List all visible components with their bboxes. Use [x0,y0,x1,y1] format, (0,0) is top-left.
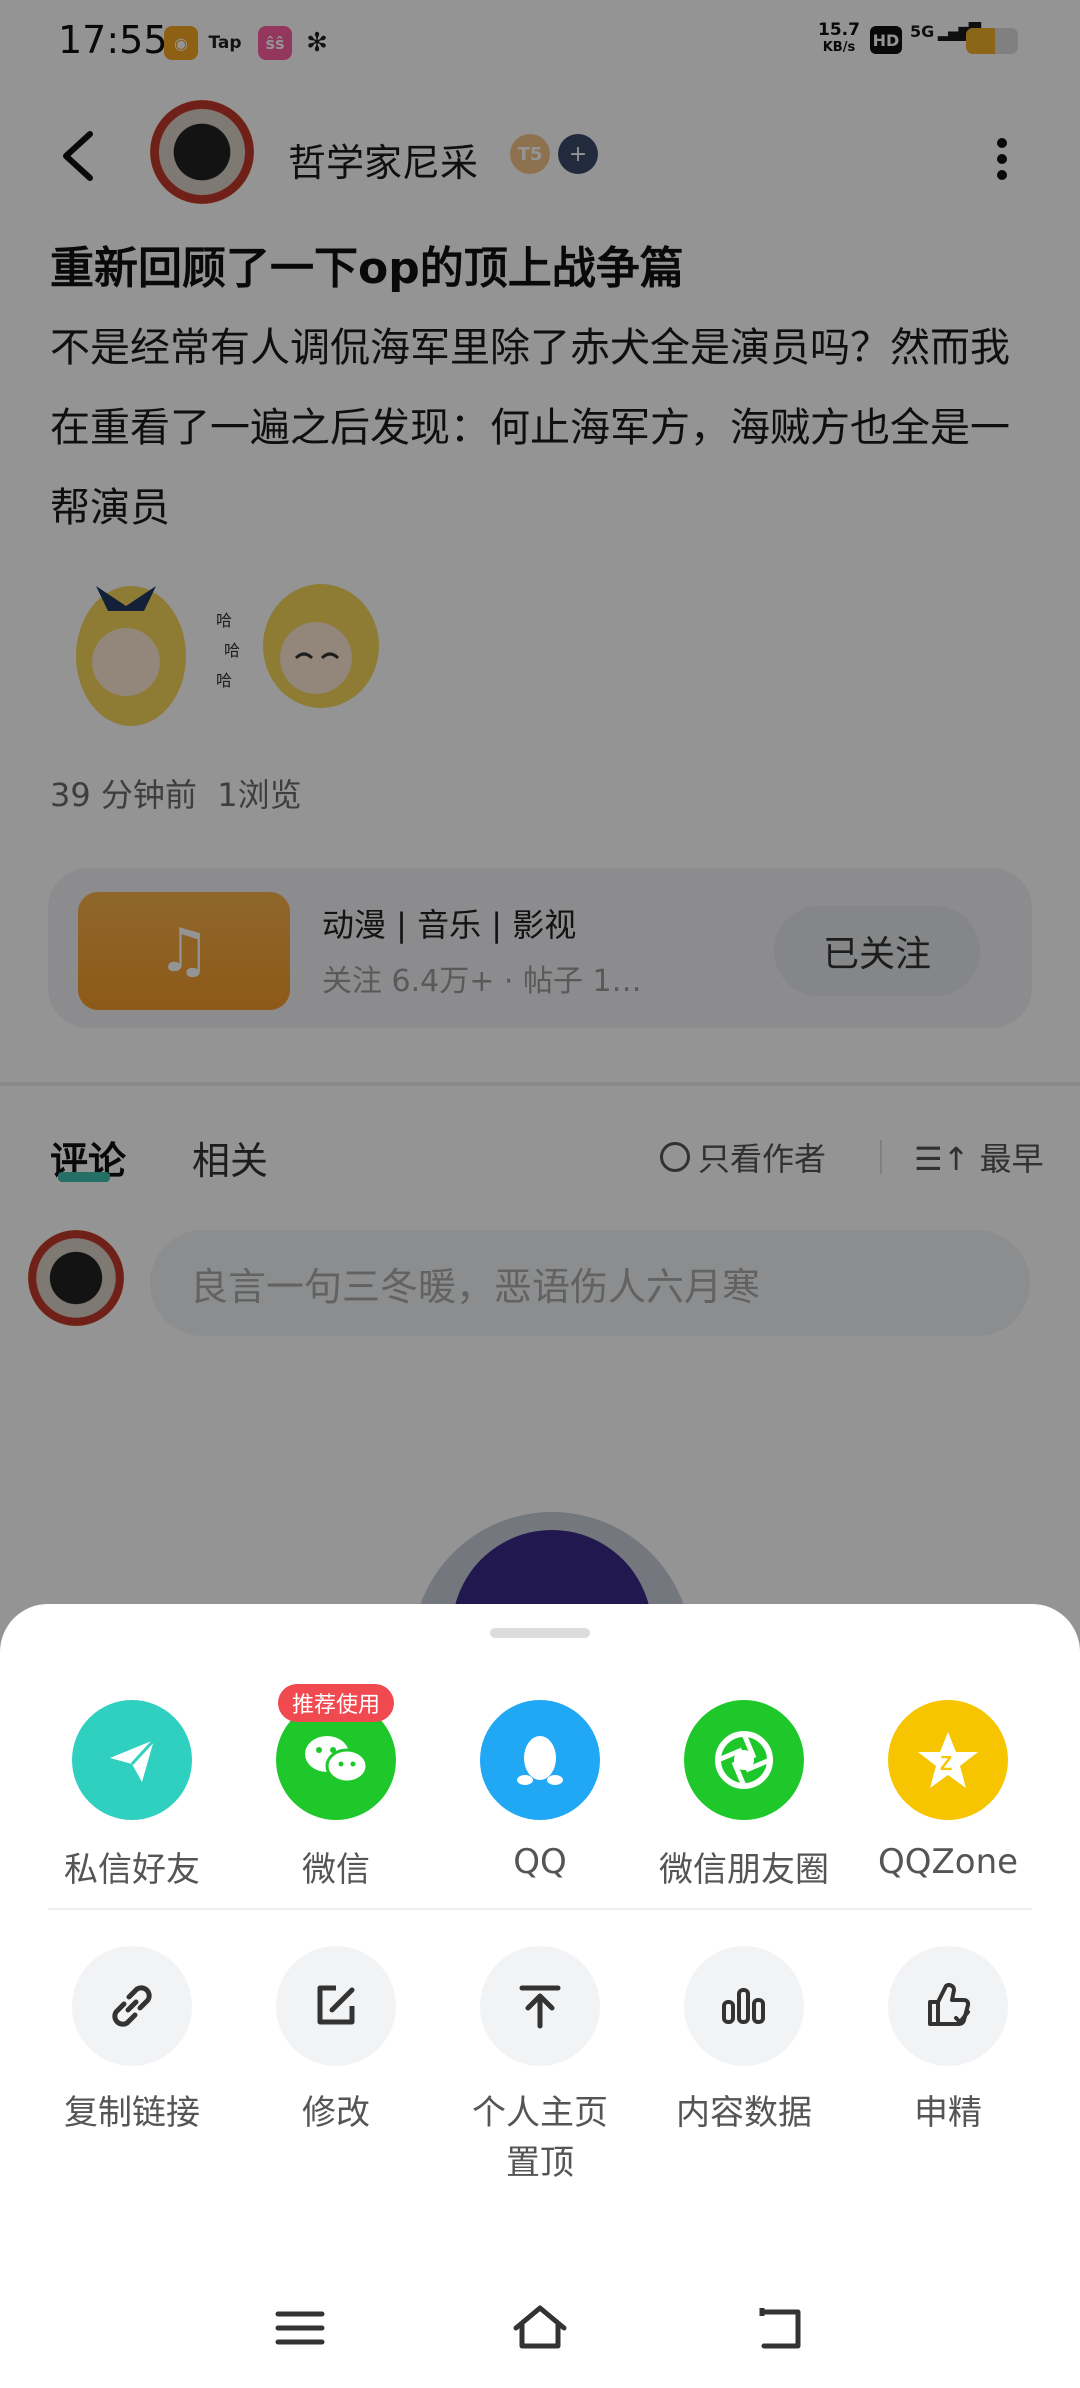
content-data-button[interactable]: 内容数据 [654,1946,834,2138]
sheet-divider [48,1908,1032,1910]
menu-icon[interactable] [270,2298,330,2358]
share-wechat[interactable]: 微信 [246,1700,426,1891]
qq-penguin-icon [480,1700,600,1820]
pin-to-top-icon [480,1946,600,2066]
share-private-message[interactable]: 私信好友 [42,1700,222,1891]
share-moments[interactable]: 微信朋友圈 [654,1700,834,1891]
link-icon [72,1946,192,2066]
edit-button[interactable]: 修改 [246,1946,426,2138]
apply-featured-button[interactable]: 申精 [858,1946,1038,2138]
edit-icon [276,1946,396,2066]
copy-link-button[interactable]: 复制链接 [42,1946,222,2138]
pin-to-profile-button[interactable]: 个人主页 置顶 [450,1946,630,2188]
paper-plane-icon [72,1700,192,1820]
home-icon[interactable] [510,2298,570,2358]
back-nav-icon[interactable] [750,2298,810,2358]
thumbs-up-icon [888,1946,1008,2066]
svg-text:Z: Z [940,1753,952,1775]
share-qzone[interactable]: Z QQZone [858,1700,1038,1882]
drag-handle[interactable] [490,1628,590,1638]
recommended-badge: 推荐使用 [278,1684,394,1722]
moments-aperture-icon [684,1700,804,1820]
qzone-star-icon: Z [888,1700,1008,1820]
bar-chart-icon [684,1946,804,2066]
share-qq[interactable]: QQ [450,1700,630,1882]
